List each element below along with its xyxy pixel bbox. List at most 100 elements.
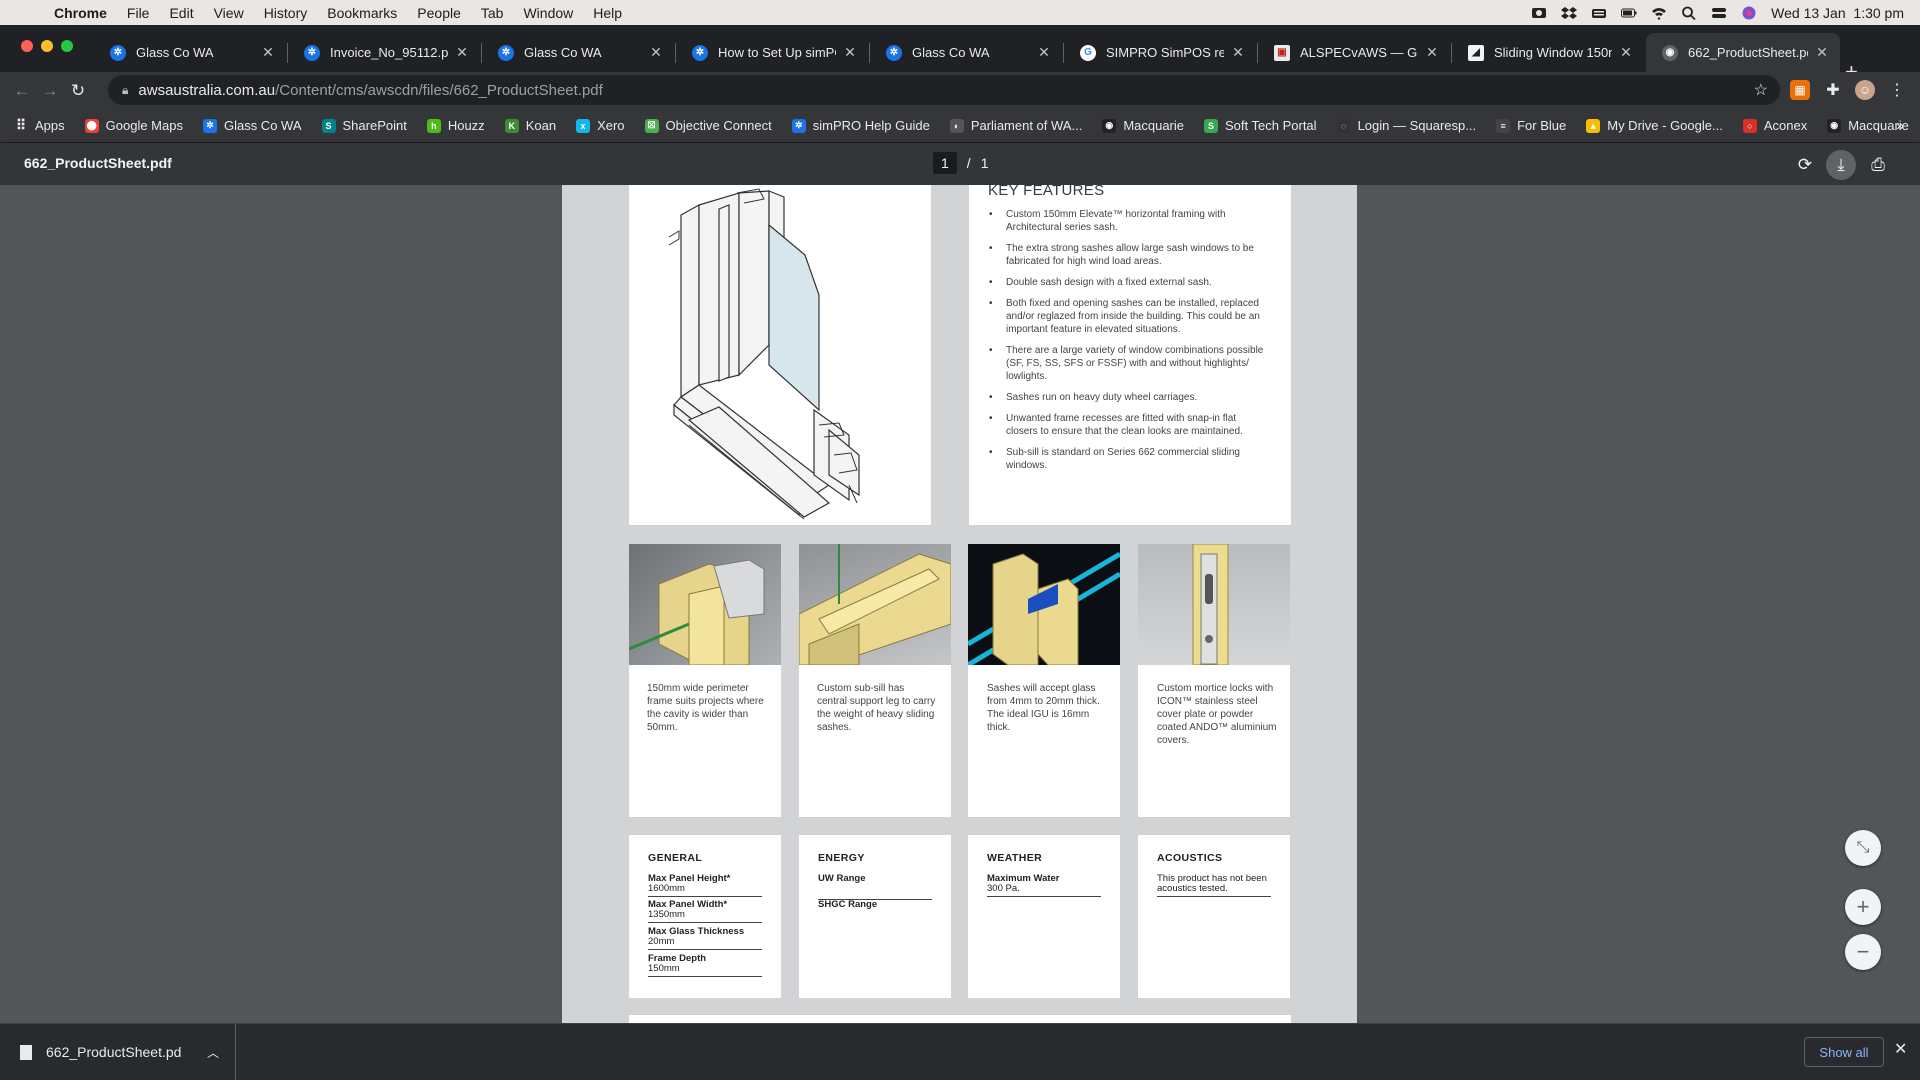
back-arrow-icon[interactable]: ← — [8, 81, 36, 101]
profile-avatar[interactable]: ☺ — [1855, 80, 1875, 100]
macquarie-icon: ◉ — [1827, 118, 1842, 133]
tab-simpro-review[interactable]: G SIMPRO SimPOS review ✕ — [1064, 33, 1256, 72]
spec-row: Max Panel Height* 1600mm — [648, 874, 762, 897]
bookmark-star-icon[interactable]: ☆ — [1754, 80, 1768, 100]
bookmark-for-blue[interactable]: ≡ For Blue — [1496, 118, 1566, 133]
bookmark-login-squaresp[interactable]: ◌ Login — Squaresp... — [1336, 118, 1477, 133]
tab-close-icon[interactable]: ✕ — [454, 44, 470, 61]
tab-title: Glass Co WA — [912, 45, 990, 60]
tab-close-icon[interactable]: ✕ — [842, 44, 858, 61]
address-bar[interactable]: 🔒︎ awsaustralia.com.au/Content/cms/awscd… — [108, 75, 1780, 105]
lock-icon[interactable]: 🔒︎ — [122, 83, 128, 98]
reload-icon[interactable]: ↻ — [64, 81, 92, 101]
bookmark-aconex[interactable]: ○ Aconex — [1742, 118, 1807, 133]
extensions-puzzle-icon[interactable]: ✚ — [1823, 80, 1843, 100]
spec-value: 150mm — [648, 963, 680, 974]
page-number-input[interactable]: 1 — [933, 152, 957, 174]
bookmark-label: Objective Connect — [665, 118, 772, 133]
tab-glass-co-wa[interactable]: ✲ Glass Co WA ✕ — [94, 33, 286, 72]
extension-icon[interactable]: ▦ — [1790, 80, 1810, 100]
bookmark-label: Login — Squaresp... — [1357, 118, 1477, 133]
menu-view[interactable]: View — [204, 5, 254, 21]
bookmarks-overflow-icon[interactable]: » — [1896, 117, 1904, 133]
tab-close-icon[interactable]: ✕ — [1424, 44, 1440, 61]
rotate-icon[interactable]: ⟳ — [1790, 150, 1820, 180]
bookmark-soft-tech-portal[interactable]: S Soft Tech Portal — [1204, 118, 1317, 133]
tab-alspec[interactable]: ▣ ALSPECvAWS — GLASS ✕ — [1258, 33, 1450, 72]
key-features-heading: KEY FEATURES — [988, 182, 1105, 199]
download-icon[interactable]: ⤓ — [1826, 150, 1856, 180]
wifi-icon[interactable] — [1651, 6, 1667, 20]
menu-history[interactable]: History — [254, 5, 318, 21]
window-minimize-button[interactable] — [41, 40, 53, 52]
bookmark-objective-connect[interactable]: ☒ Objective Connect — [644, 118, 772, 133]
menu-file[interactable]: File — [117, 5, 160, 21]
tab-close-icon[interactable]: ✕ — [648, 44, 664, 61]
tab-close-icon[interactable]: ✕ — [1814, 44, 1830, 61]
list-item: Custom 150mm Elevate™ horizontal framing… — [988, 208, 1270, 234]
print-icon[interactable]: ⎙ — [1863, 150, 1893, 180]
tab-invoice[interactable]: ✲ Invoice_No_95112.pdf ✕ — [288, 33, 480, 72]
control-center-icon[interactable] — [1711, 6, 1727, 20]
bookmark-koan[interactable]: K Koan — [504, 118, 557, 133]
frame-profile-photo — [629, 544, 781, 665]
bookmark-my-drive-google[interactable]: ▲ My Drive - Google... — [1586, 118, 1723, 133]
bookmark-apps[interactable]: ⠿ Apps — [14, 117, 65, 133]
bookmark-google-maps[interactable]: ⬤ Google Maps — [84, 118, 183, 133]
pdf-viewer[interactable]: ⤡ + − — [0, 185, 1920, 1023]
download-filename: 662_ProductSheet.pd — [46, 1044, 182, 1060]
bookmark-glass-co-wa[interactable]: ✲ Glass Co WA — [202, 118, 302, 133]
zoom-out-button[interactable]: − — [1845, 934, 1881, 970]
battery-icon[interactable] — [1621, 6, 1637, 20]
browser-toolbar: ← → ↻ 🔒︎ awsaustralia.com.au/Content/cms… — [0, 72, 1920, 109]
menu-help[interactable]: Help — [583, 5, 632, 21]
bookmark-macquarie[interactable]: ◉ Macquarie — [1102, 118, 1184, 133]
camera-icon[interactable] — [1531, 6, 1547, 20]
spec-energy-title: ENERGY — [818, 852, 865, 864]
forward-arrow-icon[interactable]: → — [36, 81, 64, 101]
menu-window[interactable]: Window — [513, 5, 583, 21]
tab-close-icon[interactable]: ✕ — [1036, 44, 1052, 61]
close-icon[interactable]: ✕ — [1894, 1039, 1907, 1059]
menu-bookmarks[interactable]: Bookmarks — [317, 5, 407, 21]
fit-to-page-icon[interactable]: ⤡ — [1845, 830, 1881, 866]
bookmark-sharepoint[interactable]: S SharePoint — [321, 118, 407, 133]
file-icon — [20, 1044, 32, 1060]
macquarie-icon: ◉ — [1102, 118, 1117, 133]
tab-title: Sliding Window 150mm — [1494, 45, 1612, 60]
menu-edit[interactable]: Edit — [159, 5, 203, 21]
tab-product-sheet[interactable]: ◉ 662_ProductSheet.pdf ✕ — [1646, 33, 1840, 72]
menu-tab[interactable]: Tab — [471, 5, 514, 21]
spotlight-search-icon[interactable] — [1681, 6, 1697, 20]
siri-icon[interactable] — [1741, 6, 1757, 20]
zoom-in-button[interactable]: + — [1845, 889, 1881, 925]
bookmark-simpro-help-guide[interactable]: ✲ simPRO Help Guide — [791, 118, 930, 133]
bookmark-houzz[interactable]: h Houzz — [426, 118, 485, 133]
window-zoom-button[interactable] — [61, 40, 73, 52]
tab-sliding-window[interactable]: ◢ Sliding Window 150mm ✕ — [1452, 33, 1644, 72]
tab-close-icon[interactable]: ✕ — [1618, 44, 1634, 61]
bookmark-parliament-of-wa[interactable]: ◐ Parliament of WA... — [949, 118, 1082, 133]
dropbox-icon[interactable] — [1561, 6, 1578, 20]
tab-simpos-setup[interactable]: ✲ How to Set Up simPOS ✕ — [676, 33, 868, 72]
aconex-icon: ○ — [1742, 118, 1757, 133]
menubar-clock[interactable]: Wed 13 Jan 1:30 pm — [1771, 5, 1904, 21]
menu-people[interactable]: People — [407, 5, 471, 21]
tab-glass-co-wa-3[interactable]: ✲ Glass Co WA ✕ — [870, 33, 1062, 72]
window-close-button[interactable] — [21, 40, 33, 52]
tab-close-icon[interactable]: ✕ — [1230, 44, 1246, 61]
tab-glass-co-wa-2[interactable]: ✲ Glass Co WA ✕ — [482, 33, 674, 72]
spec-acoustics-text: This product has not been acoustics test… — [1157, 873, 1267, 894]
chevron-up-icon[interactable]: ︿ — [207, 1044, 219, 1061]
tab-close-icon[interactable]: ✕ — [260, 44, 276, 61]
menu-app-chrome[interactable]: Chrome — [54, 5, 117, 21]
download-item[interactable]: 662_ProductSheet.pd ︿ — [0, 1024, 236, 1080]
bookmark-label: Houzz — [447, 118, 485, 133]
chrome-menu-icon[interactable]: ⋮ — [1887, 80, 1907, 100]
bookmark-xero[interactable]: x Xero — [576, 118, 625, 133]
spec-row: UW Range — [818, 874, 932, 900]
show-all-button[interactable]: Show all — [1804, 1037, 1884, 1067]
bookmark-label: Koan — [525, 118, 557, 133]
simpro-icon: ✲ — [498, 44, 514, 61]
keyboard-icon[interactable] — [1591, 6, 1607, 20]
